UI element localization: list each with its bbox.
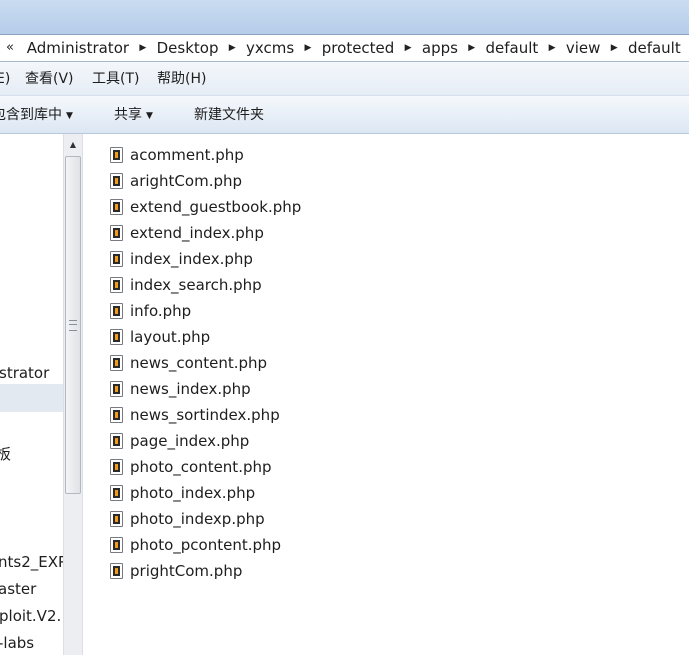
nav-item-folder[interactable]: -labs	[0, 630, 34, 655]
file-item[interactable]: arightCom.php	[110, 169, 242, 193]
file-item[interactable]: extend_guestbook.php	[110, 195, 301, 219]
file-item[interactable]: news_index.php	[110, 377, 251, 401]
file-name: news_index.php	[130, 380, 251, 398]
breadcrumb-arrow-icon[interactable]: ▶	[134, 35, 152, 61]
breadcrumb-arrow-icon[interactable]: ▶	[463, 35, 481, 61]
window-title-bar	[0, 0, 689, 34]
scroll-up-arrow-icon[interactable]: ▲	[65, 136, 81, 154]
file-name: photo_pcontent.php	[130, 536, 282, 554]
php-file-icon	[110, 537, 123, 553]
nav-selection-highlight	[0, 384, 63, 412]
file-item[interactable]: news_sortindex.php	[110, 403, 280, 427]
breadcrumb-protected[interactable]: protected	[322, 35, 395, 61]
php-file-icon	[110, 563, 123, 579]
nav-pane-scrollbar[interactable]: ▲	[63, 134, 83, 655]
share-label: 共享	[114, 107, 142, 123]
dropdown-caret-icon: ▼	[146, 111, 153, 121]
breadcrumb-default-current[interactable]: default	[628, 35, 681, 61]
file-item[interactable]: layout.php	[110, 325, 210, 349]
breadcrumb-default[interactable]: default	[486, 35, 539, 61]
scrollbar-thumb[interactable]	[65, 156, 81, 494]
file-name: photo_content.php	[130, 458, 272, 476]
file-item[interactable]: page_index.php	[110, 429, 249, 453]
file-name: news_sortindex.php	[130, 406, 280, 424]
php-file-icon	[110, 147, 123, 163]
address-bar[interactable]: « Administrator ▶ Desktop ▶ yxcms ▶ prot…	[0, 34, 689, 62]
file-item[interactable]: photo_index.php	[110, 481, 255, 505]
nav-item-administrator[interactable]: strator	[0, 360, 49, 386]
file-name: acomment.php	[130, 146, 244, 164]
file-name: layout.php	[130, 328, 211, 346]
menu-bar: E) 查看(V) 工具(T) 帮助(H)	[0, 62, 689, 96]
file-name: photo_indexp.php	[130, 510, 265, 528]
file-item[interactable]: info.php	[110, 299, 191, 323]
scroll-grip-icon	[69, 320, 77, 331]
file-list: acomment.php arightCom.php extend_guestb…	[84, 134, 689, 655]
menu-tools[interactable]: 工具(T)	[92, 62, 139, 96]
php-file-icon	[110, 459, 123, 475]
file-name: prightCom.php	[130, 562, 243, 580]
php-file-icon	[110, 225, 123, 241]
file-item[interactable]: extend_index.php	[110, 221, 264, 245]
php-file-icon	[110, 381, 123, 397]
file-item[interactable]: news_content.php	[110, 351, 267, 375]
file-item[interactable]: photo_indexp.php	[110, 507, 265, 531]
breadcrumb-arrow-icon[interactable]: ▶	[223, 35, 241, 61]
breadcrumb-arrow-icon[interactable]: ▶	[605, 35, 623, 61]
php-file-icon	[110, 303, 123, 319]
php-file-icon	[110, 485, 123, 501]
file-name: arightCom.php	[130, 172, 243, 190]
file-item[interactable]: prightCom.php	[110, 559, 242, 583]
file-name: extend_index.php	[130, 224, 264, 242]
php-file-icon	[110, 277, 123, 293]
breadcrumb-overflow-icon[interactable]: «	[2, 35, 18, 61]
file-name: news_content.php	[130, 354, 268, 372]
breadcrumb-desktop[interactable]: Desktop	[157, 35, 219, 61]
include-in-library-button[interactable]: 包含到库中 ▼	[0, 96, 73, 135]
nav-item-folder[interactable]: aster	[0, 576, 36, 602]
file-name: extend_guestbook.php	[130, 198, 302, 216]
file-name: index_search.php	[130, 276, 262, 294]
menu-edit[interactable]: E)	[0, 62, 10, 96]
breadcrumb-view[interactable]: view	[566, 35, 601, 61]
php-file-icon	[110, 251, 123, 267]
menu-view[interactable]: 查看(V)	[25, 62, 74, 96]
breadcrumb-yxcms[interactable]: yxcms	[246, 35, 294, 61]
php-file-icon	[110, 433, 123, 449]
command-toolbar: 包含到库中 ▼ 共享 ▼ 新建文件夹	[0, 96, 689, 134]
file-name: info.php	[130, 302, 192, 320]
php-file-icon	[110, 173, 123, 189]
include-in-library-label: 包含到库中	[0, 107, 62, 123]
breadcrumb-administrator[interactable]: Administrator	[27, 35, 129, 61]
file-item[interactable]: photo_content.php	[110, 455, 272, 479]
nav-item-desktop[interactable]: 板	[0, 441, 11, 467]
share-button[interactable]: 共享 ▼	[114, 96, 153, 135]
php-file-icon	[110, 511, 123, 527]
nav-item-folder[interactable]: ploit.V2.	[0, 603, 61, 629]
php-file-icon	[110, 355, 123, 371]
file-item[interactable]: index_index.php	[110, 247, 253, 271]
file-name: photo_index.php	[130, 484, 256, 502]
file-item[interactable]: index_search.php	[110, 273, 262, 297]
breadcrumb-arrow-icon[interactable]: ▶	[299, 35, 317, 61]
file-item[interactable]: photo_pcontent.php	[110, 533, 281, 557]
nav-item-folder[interactable]: nts2_EXP	[0, 549, 63, 575]
file-name: index_index.php	[130, 250, 253, 268]
php-file-icon	[110, 199, 123, 215]
menu-help[interactable]: 帮助(H)	[157, 62, 206, 96]
breadcrumb-apps[interactable]: apps	[422, 35, 458, 61]
php-file-icon	[110, 407, 123, 423]
new-folder-button[interactable]: 新建文件夹	[194, 96, 264, 134]
php-file-icon	[110, 329, 123, 345]
navigation-pane: strator 板 nts2_EXP aster ploit.V2. -labs	[0, 134, 63, 655]
breadcrumb-arrow-icon[interactable]: ▶	[399, 35, 417, 61]
dropdown-caret-icon: ▼	[66, 111, 73, 121]
breadcrumb-arrow-icon[interactable]: ▶	[543, 35, 561, 61]
file-item[interactable]: acomment.php	[110, 143, 244, 167]
file-name: page_index.php	[130, 432, 250, 450]
